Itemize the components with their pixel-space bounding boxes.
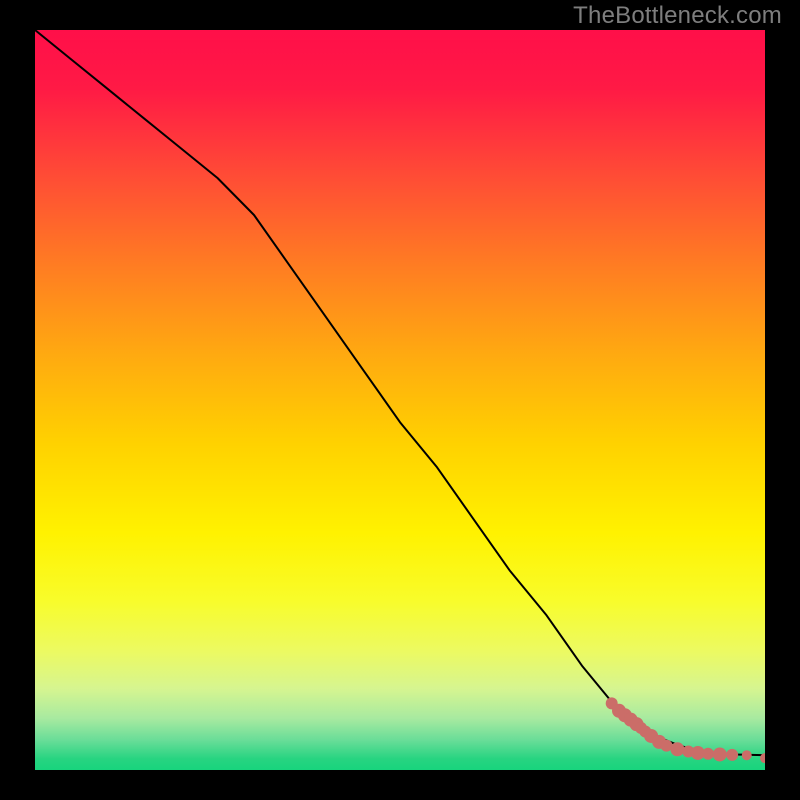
gradient-background bbox=[35, 30, 765, 770]
data-marker bbox=[742, 750, 752, 760]
data-marker bbox=[670, 742, 684, 756]
chart-frame: TheBottleneck.com bbox=[0, 0, 800, 800]
data-marker bbox=[726, 749, 738, 761]
data-marker bbox=[702, 748, 714, 760]
attribution-text: TheBottleneck.com bbox=[573, 2, 782, 30]
data-marker bbox=[713, 747, 727, 761]
bottleneck-chart bbox=[35, 30, 765, 770]
